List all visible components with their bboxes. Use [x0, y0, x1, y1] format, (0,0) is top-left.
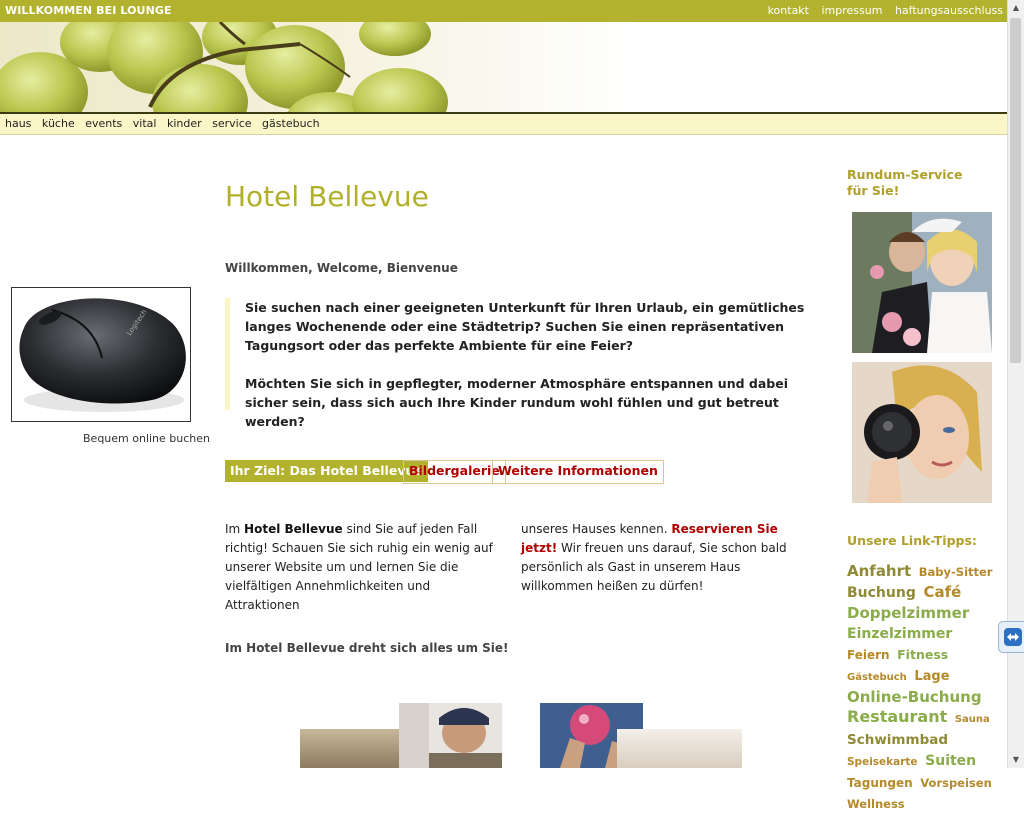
tag-link[interactable]: Doppelzimmer	[847, 604, 969, 622]
scroll-up-arrow-icon[interactable]: ▲	[1008, 0, 1024, 16]
intro-paragraph-2: Möchten Sie sich in gepflegter, moderner…	[245, 376, 788, 429]
top-link-impressum[interactable]: impressum	[822, 4, 883, 17]
tab-hotel-bellevue[interactable]: Ihr Ziel: Das Hotel Bellevue	[225, 460, 428, 482]
intro-quote: Sie suchen nach einer geeigneten Unterku…	[225, 298, 815, 429]
tag-link[interactable]: Online-Buchung	[847, 688, 982, 706]
tag-link[interactable]: Wellness	[847, 797, 905, 811]
text-column-right: unseres Hauses kennen. Reservieren Sie j…	[521, 522, 787, 593]
tab-bildergalerie[interactable]: Bildergalerie	[403, 460, 506, 484]
tag-link[interactable]: Buchung	[847, 585, 916, 601]
nav-item-gaestebuch[interactable]: gästebuch	[262, 117, 320, 130]
computer-mouse-icon: Logitech	[19, 298, 186, 412]
link-tips-title: Unsere Link-Tipps:	[847, 533, 977, 548]
intro-paragraph-1: Sie suchen nach einer geeigneten Unterku…	[245, 300, 805, 353]
collage-photo-2	[617, 729, 742, 768]
tag-link[interactable]: Baby-Sitter	[919, 565, 993, 579]
main-nav: haus küche events vital kinder service g…	[0, 112, 1008, 135]
tag-link[interactable]: Restaurant	[847, 707, 947, 726]
nav-item-service[interactable]: service	[212, 117, 251, 130]
nav-item-vital[interactable]: vital	[133, 117, 157, 130]
greeting-heading: Willkommen, Welcome, Bienvenue	[225, 261, 458, 275]
tag-link[interactable]: Gästebuch	[847, 672, 907, 683]
mouse-ad-image[interactable]: Logitech	[11, 287, 191, 422]
nav-item-kueche[interactable]: küche	[42, 117, 75, 130]
top-link-haftungsausschluss[interactable]: haftungsausschluss	[895, 4, 1003, 17]
tag-link[interactable]: Café	[923, 583, 961, 601]
tag-link[interactable]: Schwimmbad	[847, 732, 948, 748]
scroll-thumb[interactable]	[1010, 18, 1021, 363]
tag-link[interactable]: Einzelzimmer	[847, 626, 952, 642]
tag-link[interactable]: Feiern	[847, 648, 890, 662]
slogan: Im Hotel Bellevue dreht sich alles um Si…	[225, 641, 509, 655]
top-links: kontakt impressum haftungsausschluss	[759, 4, 1003, 17]
tag-link[interactable]: Tagungen	[847, 776, 913, 790]
page-title: Hotel Bellevue	[225, 180, 429, 213]
service-title: Rundum-Service für Sie!	[847, 167, 963, 198]
tag-link[interactable]: Suiten	[925, 753, 976, 769]
nav-item-events[interactable]: events	[85, 117, 122, 130]
nav-item-haus[interactable]: haus	[5, 117, 31, 130]
tag-link[interactable]: Fitness	[897, 647, 948, 662]
tag-link[interactable]: Lage	[914, 669, 949, 684]
tag-link[interactable]: Anfahrt	[847, 562, 911, 580]
text-column-left: Im Hotel Bellevue sind Sie auf jeden Fal…	[225, 522, 493, 612]
nav-item-kinder[interactable]: kinder	[167, 117, 202, 130]
beauty-photo[interactable]	[852, 362, 992, 503]
tab-weitere-informationen[interactable]: Weitere Informationen	[492, 460, 664, 484]
scroll-down-arrow-icon[interactable]: ▼	[1008, 752, 1024, 768]
collage-photo-worker	[399, 703, 502, 768]
tag-link[interactable]: Speisekarte	[847, 756, 918, 768]
hotel-name-bold: Hotel Bellevue	[244, 522, 343, 536]
tag-link[interactable]: Vorspeisen	[920, 776, 992, 790]
site-title: WILLKOMMEN BEI LOUNGE	[5, 4, 172, 17]
remote-support-tab-icon[interactable]	[998, 621, 1024, 653]
grapes-image	[0, 22, 448, 112]
top-link-kontakt[interactable]: kontakt	[768, 4, 809, 17]
wedding-photo[interactable]	[852, 212, 992, 353]
top-bar: WILLKOMMEN BEI LOUNGE kontakt impressum …	[0, 0, 1008, 22]
online-booking-caption[interactable]: Bequem online buchen	[83, 432, 210, 445]
tag-link[interactable]: Sauna	[955, 714, 990, 725]
tag-cloud: Anfahrt Baby-Sitter Buchung Café Doppelz…	[847, 561, 997, 814]
header-banner-grapes	[0, 22, 1008, 112]
